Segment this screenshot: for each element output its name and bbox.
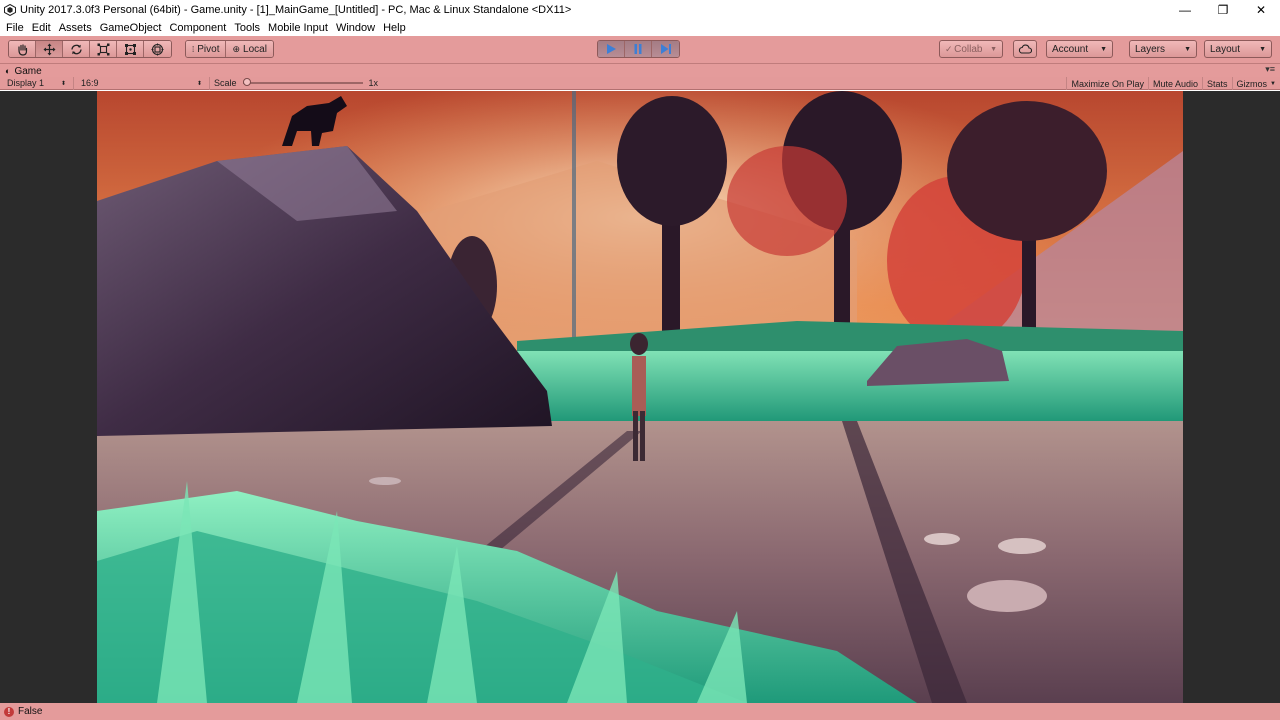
rotate-tool-button[interactable] (63, 41, 90, 57)
chevron-down-icon: ▼ (1270, 80, 1276, 87)
pivot-label: Pivot (197, 43, 220, 55)
chevron-down-icon: ▼ (990, 45, 997, 53)
transform-gizmo-icon (151, 43, 164, 55)
window-title: Unity 2017.3.0f3 Personal (64bit) - Game… (20, 3, 572, 16)
game-tab-header: ◐ Game ▾≡ (0, 63, 1280, 77)
menu-tools[interactable]: Tools (230, 22, 264, 34)
cloud-button[interactable] (1013, 40, 1037, 58)
display-dropdown[interactable]: Display 1 ⬍ (0, 76, 74, 90)
menu-window[interactable]: Window (332, 22, 379, 34)
aspect-dropdown[interactable]: 16:9 ⬍ (74, 76, 210, 90)
scale-slider[interactable] (242, 78, 363, 86)
menu-help[interactable]: Help (379, 22, 410, 34)
game-view-area[interactable] (0, 91, 1280, 703)
menu-edit[interactable]: Edit (28, 22, 55, 34)
gizmos-dropdown[interactable]: Gizmos ▼ (1231, 77, 1280, 90)
menu-assets[interactable]: Assets (55, 22, 96, 34)
step-icon (660, 44, 671, 54)
chevron-down-icon: ▼ (1100, 45, 1107, 53)
mute-audio-toggle[interactable]: Mute Audio (1147, 77, 1202, 90)
rect-tool-button[interactable] (117, 41, 144, 57)
layout-label: Layout (1210, 43, 1241, 55)
status-bar[interactable]: ! False (0, 703, 1280, 720)
maximize-on-play-toggle[interactable]: Maximize On Play (1066, 77, 1148, 90)
menu-bar: File Edit Assets GameObject Component To… (0, 19, 1280, 36)
collab-dropdown[interactable]: ✓ Collab ▼ (939, 40, 1003, 58)
updown-arrows-icon: ⬍ (60, 80, 66, 87)
layout-dropdown[interactable]: Layout ▼ (1204, 40, 1272, 58)
game-view-toolbar: Display 1 ⬍ 16:9 ⬍ Scale 1x Maximize On … (0, 76, 1280, 90)
gizmos-label: Gizmos (1236, 78, 1268, 89)
layers-dropdown[interactable]: Layers ▼ (1129, 40, 1197, 58)
step-button[interactable] (652, 41, 679, 57)
updown-arrows-icon: ⬍ (196, 80, 202, 87)
menu-mobile-input[interactable]: Mobile Input (264, 22, 332, 34)
collab-label: Collab (954, 43, 983, 55)
maximize-button[interactable]: ❐ (1204, 0, 1242, 19)
local-globe-icon: ⊕ (232, 43, 241, 54)
account-label: Account (1052, 43, 1089, 55)
layers-label: Layers (1135, 43, 1166, 55)
play-button[interactable] (598, 41, 625, 57)
account-dropdown[interactable]: Account ▼ (1046, 40, 1113, 58)
panel-options-icon[interactable]: ▾≡ (1265, 64, 1275, 75)
chevron-down-icon: ▼ (1184, 45, 1191, 53)
window-title-bar: Unity 2017.3.0f3 Personal (64bit) - Game… (0, 0, 1280, 19)
pivot-button[interactable]: ⁞ Pivot (186, 41, 227, 57)
pivot-icon: ⁞ (192, 44, 195, 54)
pause-button[interactable] (625, 41, 652, 57)
menu-file[interactable]: File (2, 22, 28, 34)
menu-gameobject[interactable]: GameObject (96, 22, 166, 34)
stats-toggle[interactable]: Stats (1202, 77, 1232, 90)
unity-logo-icon (4, 3, 16, 16)
transform-tools (8, 40, 172, 58)
game-render-scene[interactable] (97, 91, 1183, 703)
aspect-label: 16:9 (81, 78, 99, 88)
main-toolbar: ⁞ Pivot ⊕ Local ✓ Collab ▼ Account ▼ Lay… (0, 36, 1280, 63)
pacman-game-icon: ◐ (5, 66, 11, 76)
local-button[interactable]: ⊕ Local (226, 41, 273, 57)
move-tool-button[interactable] (36, 41, 63, 57)
pause-icon (634, 44, 642, 54)
collab-icon: ✓ (945, 43, 953, 54)
display-label: Display 1 (7, 78, 45, 88)
tab-game-label: Game (14, 65, 42, 77)
menu-component[interactable]: Component (165, 22, 230, 34)
local-label: Local (243, 43, 267, 55)
transform-tool-button[interactable] (144, 41, 171, 57)
hand-tool-button[interactable] (9, 41, 36, 57)
rect-transform-icon (124, 43, 136, 55)
scale-tool-button[interactable] (90, 41, 117, 57)
scale-icon (97, 43, 109, 55)
playback-controls (597, 40, 680, 58)
scale-slider-thumb[interactable] (242, 78, 251, 86)
play-icon (607, 44, 616, 54)
hand-icon (17, 43, 27, 56)
scale-control: Scale 1x (210, 77, 385, 90)
minimize-button[interactable]: — (1166, 0, 1204, 19)
cloud-icon (1018, 44, 1032, 54)
close-button[interactable]: ✕ (1242, 0, 1280, 19)
move-arrows-icon (43, 43, 55, 55)
error-icon: ! (4, 706, 14, 717)
scale-label: Scale (214, 78, 237, 88)
chevron-down-icon: ▼ (1259, 45, 1266, 53)
rotate-icon (70, 44, 82, 54)
pivot-toggle-group: ⁞ Pivot ⊕ Local (185, 40, 274, 58)
status-message: False (18, 706, 43, 717)
scale-value: 1x (368, 78, 379, 88)
